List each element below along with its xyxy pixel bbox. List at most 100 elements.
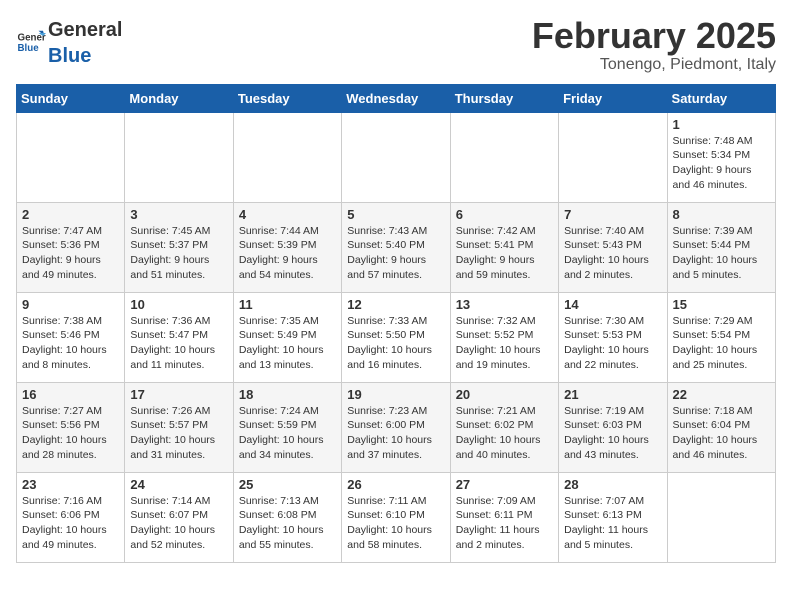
day-cell (125, 112, 233, 202)
day-cell: 19 Sunrise: 7:23 AM Sunset: 6:00 PM Dayli… (342, 382, 450, 472)
day-number: 24 (130, 477, 227, 492)
day-info: Sunrise: 7:29 AM Sunset: 5:54 PM Dayligh… (673, 314, 770, 373)
day-info: Sunrise: 7:33 AM Sunset: 5:50 PM Dayligh… (347, 314, 444, 373)
day-cell: 2 Sunrise: 7:47 AM Sunset: 5:36 PM Daylig… (17, 202, 125, 292)
day-cell (559, 112, 667, 202)
month-title: February 2025 (532, 16, 776, 56)
day-info: Sunrise: 7:14 AM Sunset: 6:07 PM Dayligh… (130, 494, 227, 553)
col-header-saturday: Saturday (667, 84, 775, 112)
day-cell: 8Sunrise: 7:39 AM Sunset: 5:44 PM Daylig… (667, 202, 775, 292)
col-header-monday: Monday (125, 84, 233, 112)
day-number: 17 (130, 387, 227, 402)
day-cell: 6 Sunrise: 7:42 AM Sunset: 5:41 PM Daylig… (450, 202, 558, 292)
day-info: Sunrise: 7:11 AM Sunset: 6:10 PM Dayligh… (347, 494, 444, 553)
day-number: 26 (347, 477, 444, 492)
day-cell: 3Sunrise: 7:45 AM Sunset: 5:37 PM Daylig… (125, 202, 233, 292)
day-info: Sunrise: 7:21 AM Sunset: 6:02 PM Dayligh… (456, 404, 553, 463)
day-cell: 14Sunrise: 7:30 AM Sunset: 5:53 PM Dayli… (559, 292, 667, 382)
col-header-sunday: Sunday (17, 84, 125, 112)
day-number: 15 (673, 297, 770, 312)
day-number: 25 (239, 477, 336, 492)
day-info: Sunrise: 7:36 AM Sunset: 5:47 PM Dayligh… (130, 314, 227, 373)
day-number: 16 (22, 387, 119, 402)
day-info: Sunrise: 7:26 AM Sunset: 5:57 PM Dayligh… (130, 404, 227, 463)
day-info: Sunrise: 7:13 AM Sunset: 6:08 PM Dayligh… (239, 494, 336, 553)
day-number: 21 (564, 387, 661, 402)
day-info: Sunrise: 7:24 AM Sunset: 5:59 PM Dayligh… (239, 404, 336, 463)
day-number: 18 (239, 387, 336, 402)
col-header-thursday: Thursday (450, 84, 558, 112)
day-cell (342, 112, 450, 202)
day-info: Sunrise: 7:38 AM Sunset: 5:46 PM Dayligh… (22, 314, 119, 373)
svg-text:Blue: Blue (18, 43, 40, 54)
day-number: 27 (456, 477, 553, 492)
day-cell: 5Sunrise: 7:43 AM Sunset: 5:40 PM Daylig… (342, 202, 450, 292)
day-cell (667, 472, 775, 562)
day-number: 13 (456, 297, 553, 312)
day-info: Sunrise: 7:45 AM Sunset: 5:37 PM Dayligh… (130, 224, 227, 283)
day-info: Sunrise: 7:39 AM Sunset: 5:44 PM Dayligh… (673, 224, 770, 283)
day-cell: 12 Sunrise: 7:33 AM Sunset: 5:50 PM Dayli… (342, 292, 450, 382)
day-cell: 13 Sunrise: 7:32 AM Sunset: 5:52 PM Dayli… (450, 292, 558, 382)
day-cell: 16 Sunrise: 7:27 AM Sunset: 5:56 PM Dayli… (17, 382, 125, 472)
day-cell: 18 Sunrise: 7:24 AM Sunset: 5:59 PM Dayli… (233, 382, 341, 472)
title-area: February 2025 Tonengo, Piedmont, Italy (532, 16, 776, 74)
logo-icon: General Blue (16, 27, 46, 57)
day-cell: 25 Sunrise: 7:13 AM Sunset: 6:08 PM Dayli… (233, 472, 341, 562)
day-number: 11 (239, 297, 336, 312)
day-cell: 7Sunrise: 7:40 AM Sunset: 5:43 PM Daylig… (559, 202, 667, 292)
col-header-tuesday: Tuesday (233, 84, 341, 112)
day-number: 6 (456, 207, 553, 222)
day-number: 14 (564, 297, 661, 312)
calendar-body: 1 Sunrise: 7:48 AM Sunset: 5:34 PM Daylig… (17, 112, 776, 562)
day-number: 4 (239, 207, 336, 222)
day-number: 7 (564, 207, 661, 222)
week-row-4: 16 Sunrise: 7:27 AM Sunset: 5:56 PM Dayli… (17, 382, 776, 472)
col-header-friday: Friday (559, 84, 667, 112)
logo-blue: Blue (48, 45, 91, 67)
day-cell (450, 112, 558, 202)
day-cell: 15 Sunrise: 7:29 AM Sunset: 5:54 PM Dayli… (667, 292, 775, 382)
day-info: Sunrise: 7:47 AM Sunset: 5:36 PM Dayligh… (22, 224, 119, 283)
week-row-2: 2 Sunrise: 7:47 AM Sunset: 5:36 PM Daylig… (17, 202, 776, 292)
day-info: Sunrise: 7:19 AM Sunset: 6:03 PM Dayligh… (564, 404, 661, 463)
day-info: Sunrise: 7:27 AM Sunset: 5:56 PM Dayligh… (22, 404, 119, 463)
day-number: 20 (456, 387, 553, 402)
logo-general: General (48, 19, 122, 41)
day-info: Sunrise: 7:07 AM Sunset: 6:13 PM Dayligh… (564, 494, 661, 553)
col-header-wednesday: Wednesday (342, 84, 450, 112)
day-number: 19 (347, 387, 444, 402)
week-row-3: 9Sunrise: 7:38 AM Sunset: 5:46 PM Daylig… (17, 292, 776, 382)
day-info: Sunrise: 7:48 AM Sunset: 5:34 PM Dayligh… (673, 134, 770, 193)
day-cell (17, 112, 125, 202)
day-number: 22 (673, 387, 770, 402)
week-row-1: 1 Sunrise: 7:48 AM Sunset: 5:34 PM Daylig… (17, 112, 776, 202)
day-number: 28 (564, 477, 661, 492)
day-info: Sunrise: 7:18 AM Sunset: 6:04 PM Dayligh… (673, 404, 770, 463)
day-number: 1 (673, 117, 770, 132)
day-number: 12 (347, 297, 444, 312)
day-info: Sunrise: 7:35 AM Sunset: 5:49 PM Dayligh… (239, 314, 336, 373)
day-cell: 24 Sunrise: 7:14 AM Sunset: 6:07 PM Dayli… (125, 472, 233, 562)
day-cell: 17 Sunrise: 7:26 AM Sunset: 5:57 PM Dayli… (125, 382, 233, 472)
day-info: Sunrise: 7:32 AM Sunset: 5:52 PM Dayligh… (456, 314, 553, 373)
day-cell: 1 Sunrise: 7:48 AM Sunset: 5:34 PM Daylig… (667, 112, 775, 202)
location: Tonengo, Piedmont, Italy (532, 56, 776, 74)
logo: General Blue General Blue (16, 16, 122, 68)
day-number: 10 (130, 297, 227, 312)
day-info: Sunrise: 7:42 AM Sunset: 5:41 PM Dayligh… (456, 224, 553, 283)
week-row-5: 23Sunrise: 7:16 AM Sunset: 6:06 PM Dayli… (17, 472, 776, 562)
day-cell: 23Sunrise: 7:16 AM Sunset: 6:06 PM Dayli… (17, 472, 125, 562)
day-cell: 9Sunrise: 7:38 AM Sunset: 5:46 PM Daylig… (17, 292, 125, 382)
day-cell: 21 Sunrise: 7:19 AM Sunset: 6:03 PM Dayli… (559, 382, 667, 472)
header-row: SundayMondayTuesdayWednesdayThursdayFrid… (17, 84, 776, 112)
day-info: Sunrise: 7:23 AM Sunset: 6:00 PM Dayligh… (347, 404, 444, 463)
day-number: 2 (22, 207, 119, 222)
day-info: Sunrise: 7:09 AM Sunset: 6:11 PM Dayligh… (456, 494, 553, 553)
calendar-header: SundayMondayTuesdayWednesdayThursdayFrid… (17, 84, 776, 112)
day-number: 23 (22, 477, 119, 492)
day-info: Sunrise: 7:44 AM Sunset: 5:39 PM Dayligh… (239, 224, 336, 283)
day-number: 5 (347, 207, 444, 222)
day-cell: 28 Sunrise: 7:07 AM Sunset: 6:13 PM Dayli… (559, 472, 667, 562)
day-cell: 22 Sunrise: 7:18 AM Sunset: 6:04 PM Dayli… (667, 382, 775, 472)
